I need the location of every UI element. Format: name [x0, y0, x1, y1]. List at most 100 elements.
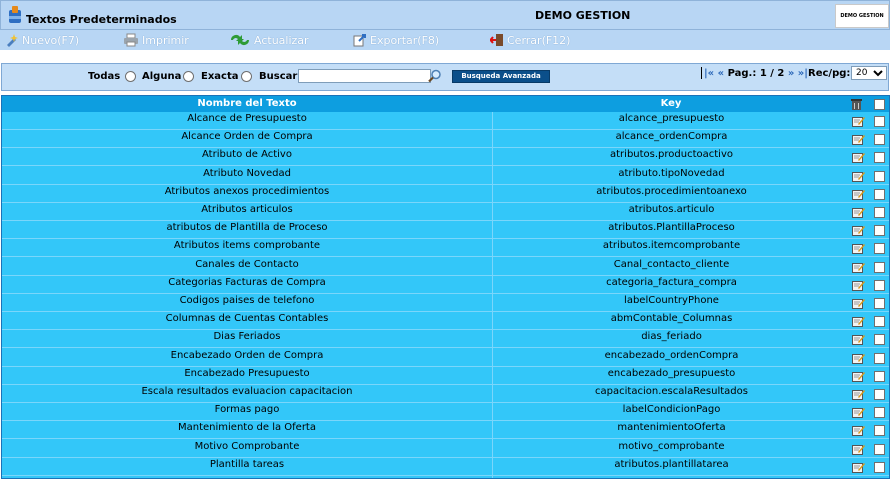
- edit-icon[interactable]: [852, 152, 865, 164]
- alguna-label: Alguna: [142, 71, 182, 82]
- table-row[interactable]: Categorias Facturas de Compra categoria_f…: [2, 276, 889, 294]
- edit-icon[interactable]: [852, 334, 865, 346]
- table-row[interactable]: Atributo Novedad atributo.tipoNovedad: [2, 167, 889, 185]
- text-name-cell: Mantenimiento de la Oferta: [178, 422, 316, 434]
- edit-icon[interactable]: [852, 262, 865, 273]
- delete-selected-icon[interactable]: [851, 98, 862, 110]
- table-row[interactable]: Atributos items comprobante atributos.ite…: [2, 239, 889, 258]
- row-checkbox[interactable]: [874, 370, 885, 382]
- nuevo-button[interactable]: Nuevo(F7): [5, 33, 79, 47]
- table-row[interactable]: Plantilla tareas atributos.plantillatarea: [2, 458, 889, 476]
- edit-icon[interactable]: [852, 298, 865, 309]
- header-key[interactable]: Key: [492, 98, 850, 109]
- edit-icon[interactable]: [852, 189, 865, 200]
- search-input[interactable]: [298, 69, 431, 83]
- row-checkbox[interactable]: [874, 443, 885, 455]
- table-row[interactable]: Alcance de Presupuesto alcance_presupuest…: [2, 112, 889, 130]
- text-name-cell: Encabezado Orden de Compra: [170, 349, 324, 361]
- row-checkbox[interactable]: [874, 152, 885, 164]
- first-page-button[interactable]: |«: [704, 68, 714, 79]
- edit-icon[interactable]: [852, 116, 865, 127]
- select-all-checkbox[interactable]: [874, 99, 885, 110]
- row-checkbox[interactable]: [874, 389, 885, 400]
- edit-icon[interactable]: [852, 425, 865, 437]
- row-checkbox[interactable]: [874, 352, 885, 364]
- table-row[interactable]: atributos de Plantilla de Proceso atribut…: [2, 221, 889, 240]
- table-row[interactable]: Dias Feriados dias_feriado: [2, 330, 889, 349]
- row-checkbox[interactable]: [874, 188, 885, 200]
- row-checkbox[interactable]: [874, 116, 885, 127]
- buscar-label: Buscar: [259, 71, 298, 82]
- pager: |« « Pag.: 1 / 2 » »|: [701, 67, 808, 79]
- edit-icon[interactable]: [852, 243, 865, 255]
- actualizar-button[interactable]: Actualizar: [229, 33, 309, 47]
- exportar-button[interactable]: Exportar(F8): [353, 33, 439, 47]
- edit-icon[interactable]: [852, 171, 865, 182]
- table-row[interactable]: Alcance Orden de Compra alcance_ordenComp…: [2, 130, 889, 149]
- exit-door-icon: [490, 34, 503, 46]
- row-checkbox[interactable]: [874, 425, 885, 437]
- table-row[interactable]: Formas pago labelCondicionPago: [2, 403, 889, 422]
- busqueda-avanzada-button[interactable]: Busqueda Avanzada: [452, 70, 550, 83]
- cerrar-label: Cerrar(F12): [507, 33, 571, 47]
- app-logo-icon: [9, 6, 21, 23]
- search-icon[interactable]: [428, 69, 442, 83]
- edit-icon[interactable]: [852, 316, 865, 328]
- edit-icon[interactable]: [852, 371, 865, 382]
- prev-page-button[interactable]: «: [718, 68, 724, 79]
- last-page-button[interactable]: »|: [798, 68, 808, 79]
- text-name-cell: Plantilla tareas: [209, 458, 285, 470]
- row-checkbox[interactable]: [874, 134, 885, 146]
- table-row[interactable]: Canales de Contacto Canal_contacto_client…: [2, 258, 889, 276]
- key-cell: labelCountryPhone: [624, 295, 719, 306]
- edit-icon[interactable]: [852, 389, 865, 400]
- row-checkbox[interactable]: [874, 407, 885, 419]
- key-cell: labelCondicionPago: [622, 404, 721, 416]
- edit-icon[interactable]: [852, 462, 865, 473]
- text-name-cell: Alcance de Presupuesto: [187, 113, 307, 124]
- table-row[interactable]: Escala resultados evaluacion capacitacio…: [2, 385, 889, 403]
- row-checkbox[interactable]: [874, 316, 885, 328]
- table-row[interactable]: Codigos paises de telefono labelCountryPh…: [2, 294, 889, 312]
- next-page-button[interactable]: »: [788, 68, 794, 79]
- table-row[interactable]: Mantenimiento de la Oferta mantenimientoO…: [2, 421, 889, 440]
- edit-icon[interactable]: [852, 280, 865, 291]
- text-name-cell: Categorias Facturas de Compra: [168, 276, 326, 288]
- edit-icon[interactable]: [852, 407, 865, 419]
- row-checkbox[interactable]: [874, 279, 885, 291]
- edit-icon[interactable]: [852, 207, 865, 218]
- exacta-radio[interactable]: [241, 71, 252, 82]
- row-checkbox[interactable]: [874, 207, 885, 218]
- table-row[interactable]: Atributo de Activo atributos.productoacti…: [2, 148, 889, 167]
- records-per-page-select[interactable]: 20: [851, 66, 887, 80]
- key-cell: abmContable_Columnas: [610, 313, 733, 325]
- edit-icon[interactable]: [852, 353, 865, 364]
- table-row[interactable]: Motivo Comprobante motivo_comprobante: [2, 440, 889, 458]
- table-row[interactable]: Encabezado Presupuesto encabezado_presupu…: [2, 367, 889, 385]
- text-name-cell: Dias Feriados: [213, 331, 281, 343]
- table-row[interactable]: Atributos anexos procedimientos atributos…: [2, 185, 889, 203]
- imprimir-button[interactable]: Imprimir: [123, 33, 189, 47]
- row-checkbox[interactable]: [874, 334, 885, 346]
- row-checkbox[interactable]: [874, 298, 885, 309]
- row-checkbox[interactable]: [874, 243, 885, 255]
- table-row[interactable]: Atributos articulos atributos.articulo: [2, 203, 889, 221]
- text-name-cell: Columnas de Cuentas Contables: [165, 313, 329, 325]
- edit-icon[interactable]: [852, 134, 865, 146]
- edit-icon[interactable]: [852, 225, 865, 237]
- alguna-radio[interactable]: [183, 71, 194, 82]
- row-checkbox[interactable]: [874, 461, 885, 473]
- row-checkbox[interactable]: [874, 261, 885, 273]
- key-cell: encabezado_ordenCompra: [604, 349, 739, 361]
- todas-radio[interactable]: [125, 71, 136, 82]
- key-cell: atributos.articulo: [628, 204, 715, 215]
- row-checkbox[interactable]: [874, 170, 885, 182]
- table-row[interactable]: Encabezado Orden de Compra encabezado_ord…: [2, 349, 889, 367]
- header-nombre[interactable]: Nombre del Texto: [2, 98, 492, 109]
- table-row[interactable]: Columnas de Cuentas Contables abmContable…: [2, 312, 889, 331]
- cerrar-button[interactable]: Cerrar(F12): [490, 33, 570, 47]
- edit-icon[interactable]: [852, 444, 865, 455]
- row-checkbox[interactable]: [874, 225, 885, 237]
- text-name-cell: atributos de Plantilla de Proceso: [166, 222, 328, 234]
- key-cell: capacitacion.escalaResultados: [595, 386, 748, 397]
